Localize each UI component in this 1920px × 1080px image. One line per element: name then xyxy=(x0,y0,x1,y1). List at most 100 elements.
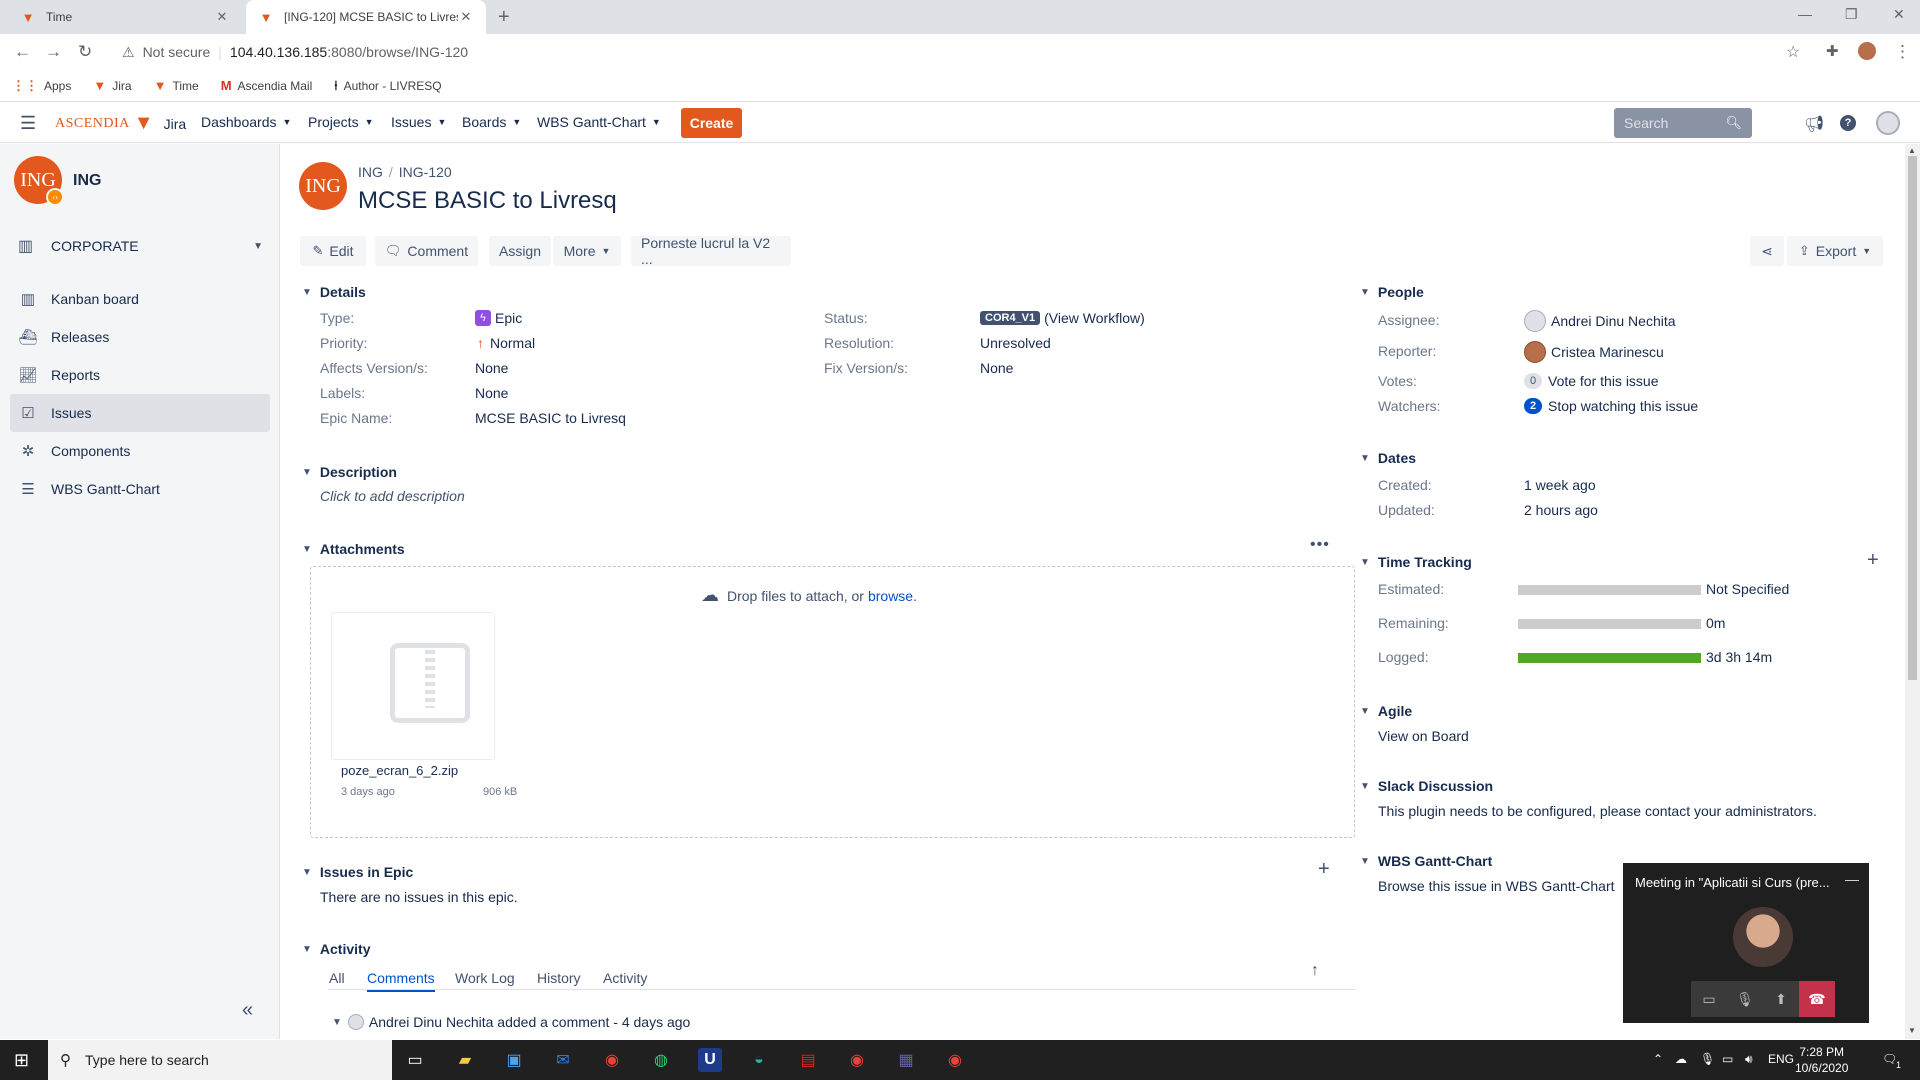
collapse-sidebar-icon[interactable]: « xyxy=(242,999,253,1022)
activity-section-toggle[interactable]: ▼ Activity xyxy=(302,941,370,957)
issue-title[interactable]: MCSE BASIC to Livresq xyxy=(358,187,617,215)
edge-icon[interactable]: ◒ xyxy=(747,1048,771,1072)
view-on-board-link[interactable]: View on Board xyxy=(1378,728,1469,744)
nav-projects[interactable]: Projects ▼ xyxy=(308,114,374,130)
anydesk-icon[interactable]: ▤ xyxy=(796,1048,820,1072)
priority-value[interactable]: ↑ Normal xyxy=(477,335,535,351)
wbs-section-toggle[interactable]: ▼ WBS Gantt-Chart xyxy=(1360,853,1492,869)
bookmark-time[interactable]: ▼ Time xyxy=(154,78,199,93)
people-section-toggle[interactable]: ▼ People xyxy=(1360,284,1424,300)
chrome-icon[interactable]: ◉ xyxy=(600,1048,624,1072)
mail-icon[interactable]: ✉ xyxy=(551,1048,575,1072)
tab-work-log[interactable]: Work Log xyxy=(455,970,515,986)
add-issue-in-epic-icon[interactable]: + xyxy=(1318,858,1330,881)
taskbar-search[interactable]: ⚲ Type here to search xyxy=(48,1040,392,1080)
assignee-value[interactable]: Andrei Dinu Nechita xyxy=(1524,310,1676,332)
attachment-thumbnail[interactable] xyxy=(331,612,495,760)
assign-button[interactable]: Assign xyxy=(489,236,551,266)
sidebar-item-kanban-board[interactable]: ▥ Kanban board xyxy=(10,280,270,318)
close-icon[interactable]: ✕ xyxy=(214,9,230,25)
hang-up-icon[interactable]: ☎ xyxy=(1799,981,1835,1017)
bookmark-apps[interactable]: ⋮⋮ Apps xyxy=(12,78,71,94)
bookmark-star-icon[interactable]: ☆ xyxy=(1786,42,1800,62)
sidebar-item-reports[interactable]: 📈︎ Reports xyxy=(10,356,270,394)
teams-meeting-popup[interactable]: Meeting in "Aplicatii si Curs (pre... — … xyxy=(1623,863,1869,1023)
dates-section-toggle[interactable]: ▼ Dates xyxy=(1360,450,1416,466)
log-work-icon[interactable]: + xyxy=(1867,549,1879,572)
user-avatar[interactable] xyxy=(1876,111,1900,135)
chevron-down-icon[interactable]: ▼ xyxy=(332,1017,342,1028)
edit-button[interactable]: ✎ Edit xyxy=(300,236,366,266)
search-input[interactable] xyxy=(1624,115,1724,131)
status-lozenge[interactable]: COR4_V1 xyxy=(980,311,1041,325)
menu-kebab-icon[interactable]: ⋮ xyxy=(1894,42,1911,62)
nav-wbs-gantt-chart[interactable]: WBS Gantt-Chart ▼ xyxy=(537,114,661,130)
attachment-filename[interactable]: poze_ecran_6_2.zip xyxy=(341,763,458,778)
nav-issues[interactable]: Issues ▼ xyxy=(391,114,446,130)
tab-all[interactable]: All xyxy=(329,970,345,986)
type-value[interactable]: ϟ Epic xyxy=(475,310,522,326)
project-avatar[interactable]: ING ‹› xyxy=(14,156,64,206)
bookmark-jira[interactable]: ▼ Jira xyxy=(93,78,131,93)
breadcrumb-project[interactable]: ING xyxy=(358,164,383,180)
chrome-profile-icon[interactable]: ◉ xyxy=(845,1048,869,1072)
sidebar-item-wbs-gantt-chart[interactable]: ☰ WBS Gantt-Chart xyxy=(10,470,270,508)
workflow-transition-button[interactable]: Porneste lucrul la V2 ... xyxy=(631,235,791,267)
affects-version-value[interactable]: None xyxy=(475,360,508,376)
teams-icon[interactable]: ▦ xyxy=(894,1048,918,1072)
reload-icon[interactable]: ↻ xyxy=(78,42,92,62)
extensions-icon[interactable]: ✚ xyxy=(1826,42,1839,60)
back-icon[interactable]: ← xyxy=(14,42,31,62)
project-avatar[interactable]: ING xyxy=(299,162,347,210)
board-selector[interactable]: ▥ CORPORATE ▼ xyxy=(18,236,263,256)
reporter-value[interactable]: Cristea Marinescu xyxy=(1524,341,1664,363)
forward-icon[interactable]: → xyxy=(45,42,62,62)
fix-version-value[interactable]: None xyxy=(980,360,1013,376)
new-tab-icon[interactable]: + xyxy=(498,6,510,29)
scroll-down-icon[interactable]: ▼ xyxy=(1908,1026,1916,1035)
language-indicator[interactable]: ENG xyxy=(1768,1052,1794,1066)
close-window-icon[interactable]: ✕ xyxy=(1893,6,1905,23)
sidebar-item-components[interactable]: ✲ Components xyxy=(10,432,270,470)
labels-value[interactable]: None xyxy=(475,385,508,401)
sort-order-icon[interactable]: ↑ xyxy=(1311,962,1319,980)
volume-icon[interactable]: 🔊︎ xyxy=(1745,1052,1753,1067)
notifications-icon[interactable]: 🗨︎ xyxy=(1882,1052,1897,1066)
view-workflow-link[interactable]: (View Workflow) xyxy=(1044,310,1145,326)
camera-off-icon[interactable]: ▭ xyxy=(1691,981,1727,1017)
details-section-toggle[interactable]: ▼ Details xyxy=(302,284,366,300)
tab-history[interactable]: History xyxy=(537,970,581,986)
description-section-toggle[interactable]: ▼ Description xyxy=(302,464,397,480)
scroll-up-icon[interactable]: ▲ xyxy=(1908,146,1916,155)
hamburger-menu-icon[interactable]: ☰ xyxy=(20,113,36,134)
attachment-dropzone[interactable]: ☁ Drop files to attach, or browse. poze_… xyxy=(310,566,1355,838)
task-view-icon[interactable]: ▭ xyxy=(403,1048,427,1072)
file-explorer-icon[interactable]: ▰ xyxy=(453,1048,477,1072)
close-icon[interactable]: ✕ xyxy=(458,9,474,25)
tab-activity[interactable]: Activity xyxy=(603,970,647,986)
create-button[interactable]: Create xyxy=(681,108,742,138)
help-icon[interactable]: ? xyxy=(1840,115,1856,131)
u-app-icon[interactable]: U xyxy=(698,1048,722,1072)
page-scrollbar[interactable]: ▲ ▼ xyxy=(1905,144,1920,1039)
tab-comments[interactable]: Comments xyxy=(367,970,435,992)
issues-in-epic-section-toggle[interactable]: ▼ Issues in Epic xyxy=(302,864,413,880)
browser-tab-time[interactable]: ▼ Time ✕ xyxy=(8,0,242,34)
url-field[interactable]: ⚠ Not secure | 104.40.136.185:8080/brows… xyxy=(108,38,1808,66)
export-button[interactable]: ⇪ Export ▼ xyxy=(1787,236,1883,266)
sidebar-item-releases[interactable]: ⛴ Releases xyxy=(10,318,270,356)
nav-dashboards[interactable]: Dashboards ▼ xyxy=(201,114,291,130)
whatsapp-icon[interactable]: ◍ xyxy=(649,1048,673,1072)
time-tracking-section-toggle[interactable]: ▼ Time Tracking xyxy=(1360,554,1472,570)
browse-link[interactable]: browse. xyxy=(868,588,917,604)
profile-avatar[interactable] xyxy=(1858,42,1876,60)
microphone-icon[interactable]: 🎙︎ xyxy=(1700,1052,1715,1066)
nav-boards[interactable]: Boards ▼ xyxy=(462,114,521,130)
browser-tab-issue[interactable]: ▼ [ING-120] MCSE BASIC to Livresq ✕ xyxy=(246,0,486,34)
more-button[interactable]: More ▼ xyxy=(553,236,621,266)
minimize-icon[interactable]: — xyxy=(1798,6,1812,22)
bookmark-author-livresq[interactable]: ⍿ Author - LIVRESQ xyxy=(334,78,441,94)
attachments-more-icon[interactable]: ••• xyxy=(1310,536,1330,554)
network-icon[interactable]: ▭ xyxy=(1722,1052,1733,1066)
share-screen-icon[interactable]: ⬆ xyxy=(1763,981,1799,1017)
